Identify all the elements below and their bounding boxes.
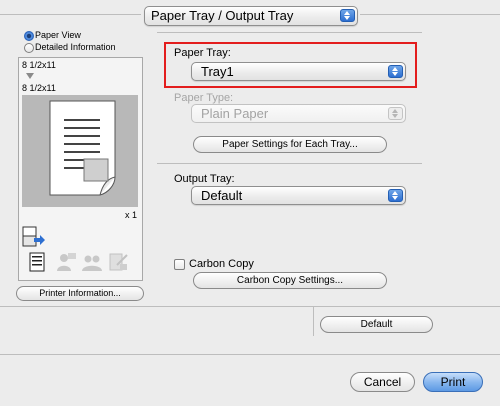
account-track-icon bbox=[82, 255, 102, 271]
carbon-copy-checkbox[interactable] bbox=[174, 259, 185, 270]
down-arrow-icon bbox=[26, 73, 34, 79]
printer-information-button[interactable]: Printer Information... bbox=[16, 286, 144, 301]
popup-arrows-icon bbox=[340, 9, 355, 22]
paper-view-label: Paper View bbox=[35, 30, 81, 40]
popup-arrows-icon bbox=[388, 107, 403, 120]
top-divider-right bbox=[360, 14, 500, 15]
output-tray-popup[interactable]: Default bbox=[191, 186, 406, 205]
document-icon bbox=[29, 252, 45, 272]
paper-type-popup: Plain Paper bbox=[191, 104, 406, 123]
section-divider-top bbox=[157, 32, 422, 33]
top-divider-left bbox=[0, 14, 141, 15]
popup-arrows-icon bbox=[388, 65, 403, 78]
paper-tray-popup[interactable]: Tray1 bbox=[191, 62, 406, 81]
popup-arrows-icon bbox=[388, 189, 403, 202]
panel-selector-popup[interactable]: Paper Tray / Output Tray bbox=[144, 6, 358, 26]
paper-tray-value: Tray1 bbox=[201, 64, 234, 79]
section-divider-middle bbox=[157, 163, 422, 164]
cancel-button[interactable]: Cancel bbox=[350, 372, 415, 392]
footer-divider bbox=[0, 354, 500, 355]
output-tray-label: Output Tray: bbox=[174, 173, 235, 185]
output-tray-icon bbox=[22, 226, 45, 247]
default-button-divider bbox=[313, 306, 314, 336]
detailed-info-label: Detailed Information bbox=[35, 42, 116, 52]
output-tray-value: Default bbox=[201, 188, 243, 203]
preview-panel: 8 1/2x11 8 1/2x11 x 1 bbox=[18, 57, 143, 281]
section-divider-bottom bbox=[0, 306, 500, 307]
carbon-copy-settings-button[interactable]: Carbon Copy Settings... bbox=[193, 272, 387, 289]
carbon-copy-label: Carbon Copy bbox=[189, 258, 254, 270]
page-preview-area bbox=[22, 95, 138, 207]
secure-print-icon bbox=[109, 253, 128, 271]
output-size-label: 8 1/2x11 bbox=[22, 83, 56, 93]
copies-label: x 1 bbox=[125, 210, 138, 220]
paper-settings-button[interactable]: Paper Settings for Each Tray... bbox=[193, 136, 387, 153]
panel-selector-label: Paper Tray / Output Tray bbox=[151, 8, 294, 23]
paper-type-value: Plain Paper bbox=[201, 106, 269, 121]
source-size-label: 8 1/2x11 bbox=[22, 60, 56, 70]
paper-view-radio[interactable] bbox=[24, 31, 34, 41]
detailed-info-radio[interactable] bbox=[24, 43, 34, 53]
print-button[interactable]: Print bbox=[423, 372, 483, 392]
document-page-icon bbox=[49, 100, 116, 196]
default-button[interactable]: Default bbox=[320, 316, 433, 333]
user-auth-icon bbox=[57, 253, 76, 271]
paper-tray-label: Paper Tray: bbox=[174, 47, 231, 59]
paper-type-label: Paper Type: bbox=[174, 92, 234, 104]
